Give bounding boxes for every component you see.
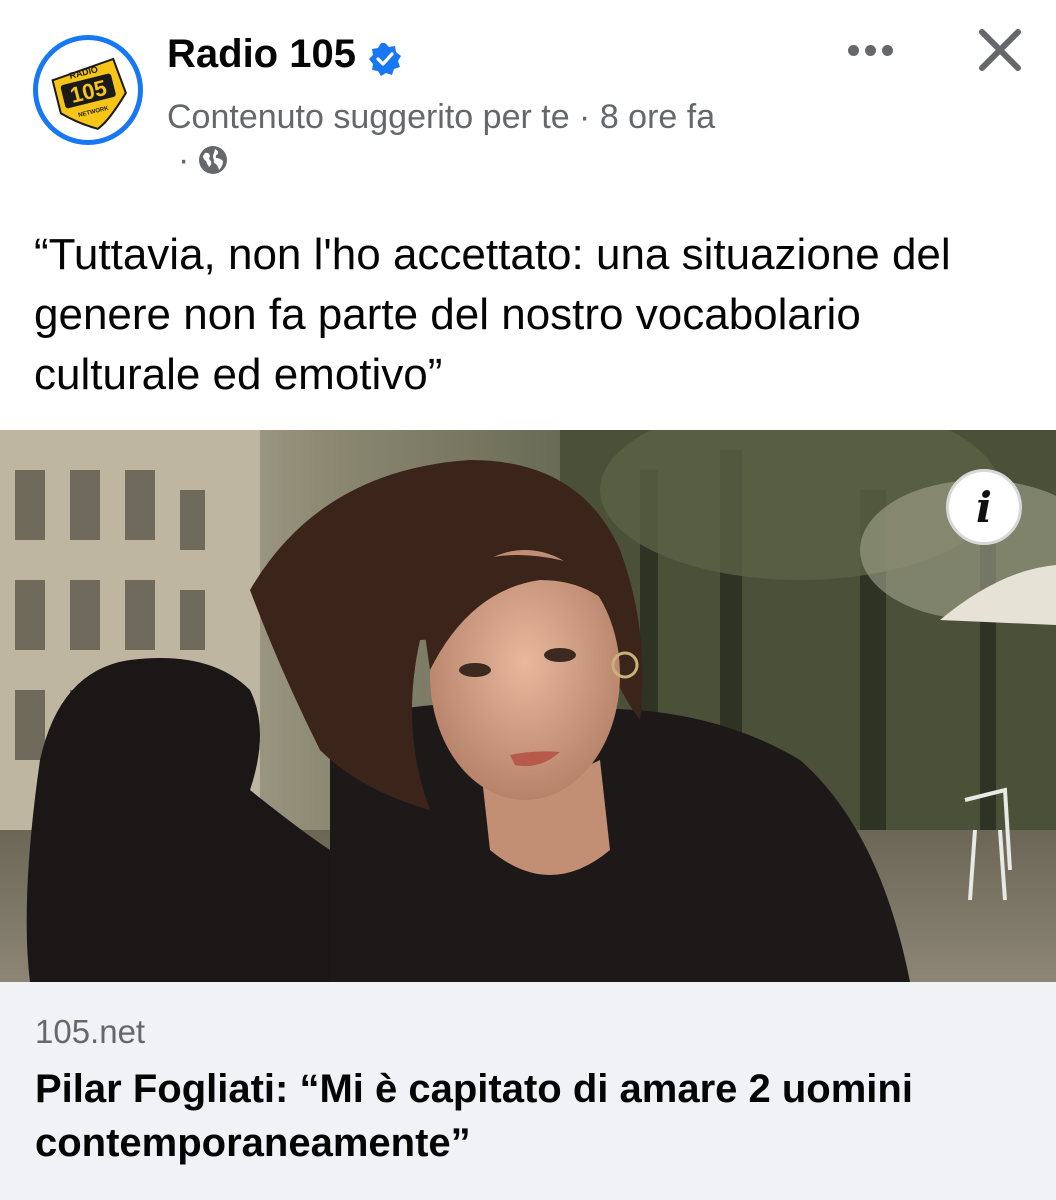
more-dot [864,44,876,56]
more-dot [881,44,893,56]
portrait-photo [0,430,1056,982]
post-caption: “Tuttavia, non l'ho accettato: una situa… [34,230,951,399]
verified-badge-icon [368,37,402,76]
post-meta: Contenuto suggerito per te · 8 ore fa [167,98,716,136]
close-icon[interactable] [972,22,1028,78]
link-domain: 105.net [35,1013,146,1050]
radio105-logo: RADIO 105 NETWORK [51,57,127,130]
info-icon[interactable]: i [946,469,1022,545]
page-name-row[interactable]: Radio 105 [167,28,402,80]
more-options-icon[interactable] [840,28,900,72]
more-dot [847,44,859,56]
globe-icon[interactable] [197,144,229,176]
post-header: RADIO 105 NETWORK Radio 105 Contenuto su… [0,0,1056,200]
post-audience: · [178,140,229,180]
page-avatar[interactable]: RADIO 105 NETWORK [33,35,143,145]
post-photo[interactable] [0,430,1056,982]
page-name[interactable]: Radio 105 [167,28,356,80]
meta-separator: · [178,141,190,179]
link-title[interactable]: Pilar Fogliati: “Mi è capitato di amare … [35,1062,1025,1170]
